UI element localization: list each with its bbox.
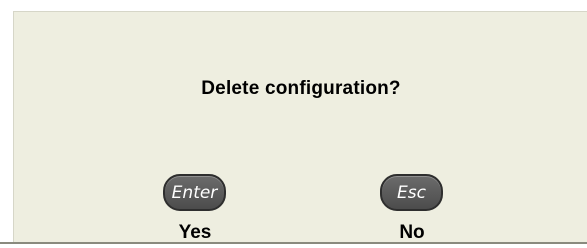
yes-label: Yes	[178, 222, 212, 243]
no-label: No	[399, 222, 425, 243]
enter-key-button[interactable]: Enter	[163, 174, 226, 211]
esc-key-button[interactable]: Esc	[380, 174, 443, 211]
confirm-delete-dialog: Delete configuration? Enter Yes Esc No	[13, 11, 587, 243]
bottom-divider	[0, 242, 587, 244]
dialog-message: Delete configuration?	[201, 78, 401, 99]
